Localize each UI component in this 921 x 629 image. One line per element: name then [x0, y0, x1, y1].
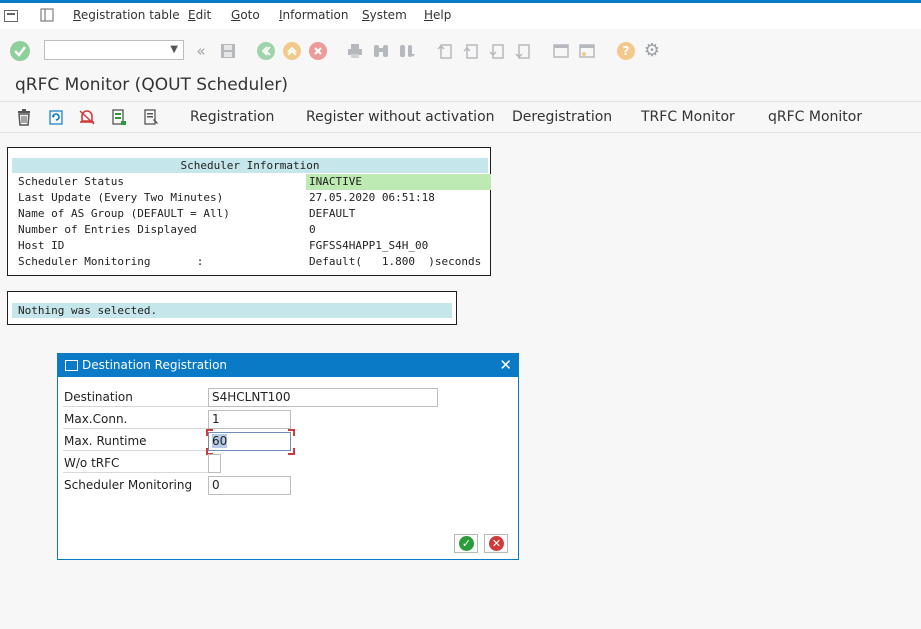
- first-page-icon[interactable]: [436, 42, 454, 60]
- page-title: qRFC Monitor (QOUT Scheduler): [15, 75, 289, 95]
- confirm-button[interactable]: ✓: [454, 534, 478, 553]
- command-field[interactable]: ▼: [44, 40, 184, 60]
- scheduler-info-row: Name of AS Group (DEFAULT = All) DEFAULT: [12, 206, 488, 222]
- scheduler-monitoring-row: Scheduler Monitoring 0: [63, 475, 503, 495]
- scheduler-info-row: Last Update (Every Two Minutes) 27.05.20…: [12, 190, 488, 206]
- scheduler-monitoring-field-label: Scheduler Monitoring: [64, 478, 193, 492]
- wo-trfc-label: W/o tRFC: [63, 453, 208, 473]
- find-next-icon[interactable]: [398, 42, 416, 60]
- host-id-value: FGFSS4HAPP1_S4H_00: [309, 239, 429, 252]
- max-runtime-value: 60: [212, 434, 228, 448]
- document-edit-icon[interactable]: [142, 108, 160, 126]
- scheduler-info-panel: Scheduler Information Scheduler Status I…: [7, 147, 491, 276]
- as-group-label: Name of AS Group (DEFAULT = All): [18, 207, 230, 220]
- window-menu-icon[interactable]: [4, 7, 18, 22]
- previous-page-icon[interactable]: [462, 42, 480, 60]
- selection-message: Nothing was selected.: [12, 303, 452, 318]
- dialog-window-icon: [65, 360, 78, 371]
- scheduler-status-value: INACTIVE: [306, 174, 491, 190]
- exit-icon[interactable]: [283, 42, 301, 60]
- close-icon[interactable]: ✕: [499, 354, 512, 377]
- max-conn-field[interactable]: 1: [208, 410, 291, 429]
- max-runtime-row: Max. Runtime 60: [63, 429, 503, 455]
- help-icon[interactable]: ?: [617, 42, 635, 60]
- document-green-icon[interactable]: [110, 108, 128, 126]
- cancel-icon[interactable]: [309, 42, 327, 60]
- max-runtime-label: Max. Runtime: [63, 431, 208, 451]
- scheduler-monitoring-label: Scheduler Monitoring :: [18, 255, 204, 268]
- focus-corner: [288, 429, 295, 436]
- scheduler-monitoring-field[interactable]: 0: [208, 476, 291, 495]
- menu-information[interactable]: Information: [279, 8, 348, 22]
- selection-message-panel: Nothing was selected.: [7, 291, 457, 325]
- scheduler-status-label: Scheduler Status: [18, 175, 124, 188]
- max-conn-row: Max.Conn. 1: [63, 409, 503, 429]
- double-chevron-left-icon[interactable]: «: [192, 42, 210, 60]
- max-conn-label: Max.Conn.: [63, 409, 208, 429]
- settings-gear-icon[interactable]: ⚙: [643, 42, 661, 60]
- dialog-title: Destination Registration: [82, 358, 228, 372]
- delete-icon[interactable]: [15, 108, 33, 126]
- back-icon[interactable]: [257, 42, 275, 60]
- wo-trfc-checkbox[interactable]: [208, 454, 221, 473]
- scheduler-info-row: Number of Entries Displayed 0: [12, 222, 488, 238]
- host-id-label: Host ID: [18, 239, 65, 252]
- as-group-value: DEFAULT: [309, 207, 356, 220]
- refresh-icon[interactable]: [47, 108, 65, 126]
- trfc-monitor-button[interactable]: TRFC Monitor: [641, 109, 735, 125]
- create-shortcut-icon[interactable]: [578, 42, 596, 60]
- scheduler-info-row: Scheduler Status INACTIVE: [12, 174, 491, 190]
- find-icon[interactable]: [372, 42, 390, 60]
- last-page-icon[interactable]: [514, 42, 532, 60]
- layout-icon[interactable]: [40, 7, 54, 22]
- menu-system[interactable]: System: [362, 8, 407, 22]
- enter-icon[interactable]: [10, 41, 30, 61]
- next-page-icon[interactable]: [488, 42, 506, 60]
- menu-help[interactable]: Help: [424, 8, 451, 22]
- entries-displayed-label: Number of Entries Displayed: [18, 223, 197, 236]
- focus-corner: [206, 429, 213, 436]
- alarm-bell-icon[interactable]: [78, 108, 96, 126]
- standard-toolbar: ▼ « ? ⚙: [0, 29, 921, 69]
- destination-label: Destination: [63, 387, 208, 407]
- destination-row: Destination S4HCLNT100: [63, 387, 503, 407]
- destination-registration-dialog: Destination Registration ✕ Destination S…: [57, 353, 519, 560]
- scheduler-info-row: Scheduler Monitoring : Default( 1.800 )s…: [12, 254, 488, 270]
- menu-registration-table[interactable]: Registration table: [73, 8, 180, 22]
- new-session-icon[interactable]: [552, 42, 570, 60]
- register-without-activation-button[interactable]: Register without activation: [306, 109, 495, 125]
- menu-goto[interactable]: Goto: [231, 8, 260, 22]
- scheduler-info-header: Scheduler Information: [12, 158, 488, 173]
- entries-displayed-value: 0: [309, 223, 316, 236]
- cancel-button[interactable]: ✕: [484, 534, 508, 553]
- last-update-label: Last Update (Every Two Minutes): [18, 191, 224, 204]
- deregistration-button[interactable]: Deregistration: [512, 109, 612, 125]
- chevron-down-icon[interactable]: ▼: [170, 44, 178, 55]
- close-icon: ✕: [489, 536, 504, 551]
- scheduler-monitoring-value: Default( 1.800 )seconds: [309, 255, 482, 268]
- menu-bar: Registration table Edit Goto Information…: [0, 3, 921, 30]
- destination-field[interactable]: S4HCLNT100: [208, 388, 438, 407]
- scheduler-info-row: Host ID FGFSS4HAPP1_S4H_00: [12, 238, 488, 254]
- registration-button[interactable]: Registration: [190, 109, 274, 125]
- save-icon[interactable]: [219, 42, 237, 60]
- print-icon[interactable]: [346, 42, 364, 60]
- qrfc-monitor-button[interactable]: qRFC Monitor: [768, 109, 862, 125]
- checkmark-icon: ✓: [459, 536, 474, 551]
- dialog-title-bar[interactable]: Destination Registration ✕: [58, 354, 518, 377]
- wo-trfc-row: W/o tRFC: [63, 453, 503, 473]
- max-runtime-field[interactable]: 60: [208, 432, 291, 451]
- last-update-value: 27.05.2020 06:51:18: [309, 191, 435, 204]
- application-toolbar: Registration Register without activation…: [0, 101, 921, 133]
- menu-edit[interactable]: Edit: [188, 8, 211, 22]
